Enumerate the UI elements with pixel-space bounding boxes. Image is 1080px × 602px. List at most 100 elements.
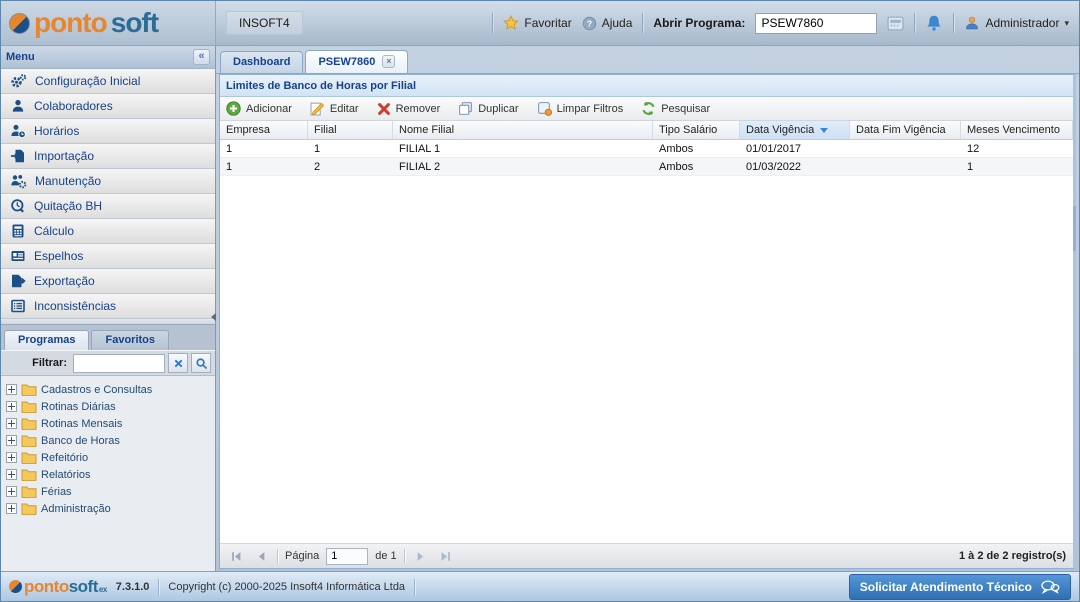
paging-separator (404, 549, 405, 563)
grid-toolbar: Adicionar Editar Remover Duplicar Limpar… (220, 97, 1073, 121)
folder-icon (21, 502, 37, 515)
favorite-button[interactable]: Favoritar (503, 15, 571, 31)
sidebar-item-colaboradores[interactable]: Colaboradores (1, 94, 215, 119)
tab-favoritos[interactable]: Favoritos (91, 330, 169, 350)
tree-item-banco-de-horas[interactable]: Banco de Horas (6, 432, 215, 449)
user-menu[interactable]: Administrador ▾ (964, 15, 1069, 31)
table-row[interactable]: 1 2 FILIAL 2 Ambos 01/03/2022 1 (220, 158, 1073, 176)
brand-part2: soft (111, 9, 158, 37)
sidebar-item-espelhos[interactable]: Espelhos (1, 244, 215, 269)
id-card-icon (10, 248, 26, 264)
column-header-empresa[interactable]: Empresa (220, 121, 308, 139)
cell-tipo-salario: Ambos (653, 161, 740, 173)
folder-icon (21, 468, 37, 481)
column-header-tipo-salario[interactable]: Tipo Salário (653, 121, 740, 139)
program-list-button[interactable] (887, 16, 904, 31)
tree-expand-icon[interactable] (6, 401, 17, 412)
cell-filial: 2 (308, 161, 393, 173)
cell-data-vigencia: 01/01/2017 (740, 143, 850, 155)
sidebar-item-exportacao[interactable]: Exportação (1, 269, 215, 294)
column-header-data-fim-vigencia[interactable]: Data Fim Vigência (850, 121, 961, 139)
folder-icon (21, 383, 37, 396)
close-tab-icon[interactable]: × (382, 55, 395, 68)
sidebar-item-calculo[interactable]: Cálculo (1, 219, 215, 244)
tree-item-ferias[interactable]: Férias (6, 483, 215, 500)
folder-icon (21, 434, 37, 447)
last-page-button[interactable] (437, 547, 455, 565)
clear-filters-icon (537, 101, 552, 116)
header-rest: INSOFT4 Favoritar ? Ajuda Abrir Programa… (216, 1, 1079, 45)
person-icon (10, 98, 26, 114)
filter-input[interactable] (73, 354, 165, 373)
tab-dashboard[interactable]: Dashboard (220, 51, 303, 73)
notifications-button[interactable] (925, 14, 943, 32)
user-label: Administrador (985, 16, 1059, 30)
cell-nome-filial: FILIAL 2 (393, 161, 653, 173)
search-button[interactable]: Pesquisar (641, 101, 710, 116)
column-label: Data Fim Vigência (856, 124, 946, 136)
tab-label: Dashboard (233, 56, 290, 68)
next-page-button[interactable] (412, 547, 430, 565)
sidebar-item-configuracao-inicial[interactable]: Configuração Inicial (1, 69, 215, 94)
sidebar-item-label: Espelhos (34, 249, 83, 263)
sidebar-item-label: Importação (34, 149, 94, 163)
sidebar-collapse-button[interactable]: « (193, 49, 210, 65)
page-number-input[interactable] (326, 548, 368, 565)
tab-psew7860[interactable]: PSEW7860 × (305, 50, 408, 73)
edit-icon (310, 101, 325, 116)
sidebar-item-importacao[interactable]: Importação (1, 144, 215, 169)
sidebar-item-inconsistencias[interactable]: Inconsistências (1, 294, 215, 319)
duplicate-button[interactable]: Duplicar (458, 101, 518, 116)
filter-clear-button[interactable] (168, 353, 188, 373)
sidebar-item-label: Colaboradores (34, 99, 113, 113)
tree-item-administracao[interactable]: Administração (6, 500, 215, 517)
tree-expand-icon[interactable] (6, 486, 17, 497)
edit-button[interactable]: Editar (310, 101, 359, 116)
scrollbar-thumb[interactable] (1073, 206, 1076, 251)
tree-expand-icon[interactable] (6, 435, 17, 446)
sidebar-item-manutencao[interactable]: Manutenção (1, 169, 215, 194)
help-label: Ajuda (602, 16, 633, 30)
open-program-input[interactable] (755, 13, 877, 34)
tree-expand-icon[interactable] (6, 452, 17, 463)
tool-label: Adicionar (246, 103, 292, 115)
copyright-text: Copyright (c) 2000-2025 Insoft4 Informát… (168, 581, 405, 593)
header-separator (492, 13, 493, 33)
sidebar-item-quitacao-bh[interactable]: Quitação BH (1, 194, 215, 219)
column-label: Empresa (226, 124, 270, 136)
favorite-label: Favoritar (524, 16, 571, 30)
bell-icon (925, 14, 943, 32)
column-header-nome-filial[interactable]: Nome Filial (393, 121, 653, 139)
tree-expand-icon[interactable] (6, 469, 17, 480)
tree-expand-icon[interactable] (6, 418, 17, 429)
cell-meses-vencimento: 1 (961, 161, 1073, 173)
tree-item-rotinas-mensais[interactable]: Rotinas Mensais (6, 415, 215, 432)
tree-item-cadastros-e-consultas[interactable]: Cadastros e Consultas (6, 381, 215, 398)
remove-button[interactable]: Remover (377, 102, 441, 116)
column-header-data-vigencia[interactable]: Data Vigência (740, 121, 850, 139)
header-separator (953, 13, 954, 33)
sidebar-item-horarios[interactable]: Horários (1, 119, 215, 144)
table-row[interactable]: 1 1 FILIAL 1 Ambos 01/01/2017 12 (220, 140, 1073, 158)
tree-item-rotinas-diarias[interactable]: Rotinas Diárias (6, 398, 215, 415)
filter-search-button[interactable] (191, 353, 211, 373)
paging-separator (277, 549, 278, 563)
brand-sub: ex (99, 585, 107, 594)
first-page-button[interactable] (227, 547, 245, 565)
help-button[interactable]: ? Ajuda (582, 16, 633, 31)
support-button[interactable]: Solicitar Atendimento Técnico (849, 574, 1071, 600)
column-header-filial[interactable]: Filial (308, 121, 393, 139)
user-icon (964, 15, 980, 31)
tree-expand-icon[interactable] (6, 384, 17, 395)
prev-page-button[interactable] (252, 547, 270, 565)
tree-item-relatorios[interactable]: Relatórios (6, 466, 215, 483)
tab-programas[interactable]: Programas (4, 330, 89, 350)
column-label: Meses Vencimento (967, 124, 1060, 136)
folder-icon (21, 485, 37, 498)
tool-label: Pesquisar (661, 103, 710, 115)
column-header-meses-vencimento[interactable]: Meses Vencimento (961, 121, 1073, 139)
tree-expand-icon[interactable] (6, 503, 17, 514)
clear-filters-button[interactable]: Limpar Filtros (537, 101, 624, 116)
add-button[interactable]: Adicionar (226, 101, 292, 116)
tree-item-refeitorio[interactable]: Refeitório (6, 449, 215, 466)
